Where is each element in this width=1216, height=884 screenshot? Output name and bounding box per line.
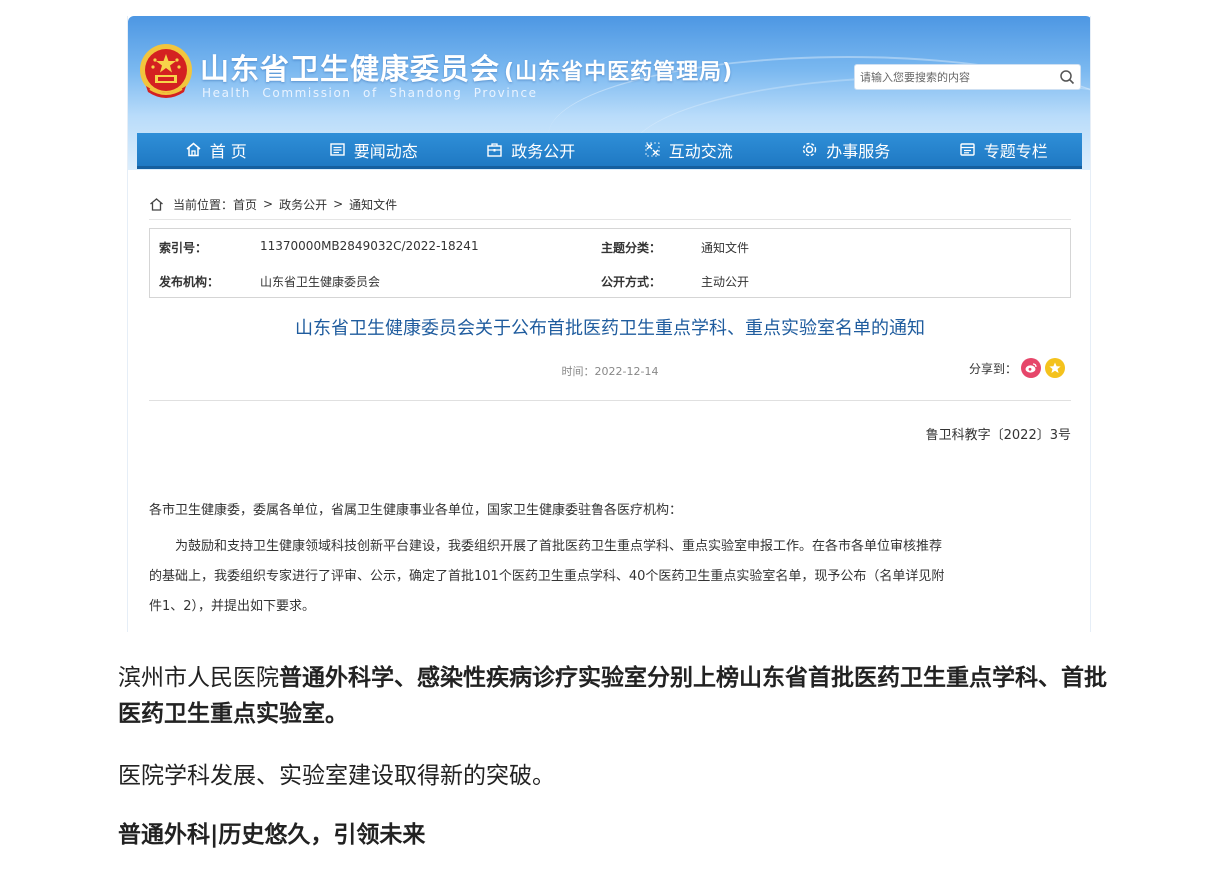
site-banner: 山东省卫生健康委员会 (山东省中医药管理局) Health Commission … bbox=[128, 16, 1090, 170]
nav-item-label: 办事服务 bbox=[826, 141, 891, 161]
nav-item-label: 专题专栏 bbox=[983, 141, 1048, 161]
disclosure-value: 主动公开 bbox=[701, 275, 750, 289]
nav-item-gov[interactable]: 政务公开 bbox=[452, 133, 610, 166]
index-label: 索引号： bbox=[159, 241, 208, 255]
breadcrumb-link-notice[interactable]: 通知文件 bbox=[349, 196, 397, 213]
document-number: 鲁卫科教字〔2022〕3号 bbox=[925, 428, 1071, 443]
nav-item-home[interactable]: 首 页 bbox=[137, 133, 295, 166]
topic-value: 通知文件 bbox=[701, 241, 750, 255]
share-label: 分享到： bbox=[968, 361, 1017, 376]
publisher-label: 发布机构： bbox=[159, 275, 220, 289]
nav-item-interact[interactable]: 互动交流 bbox=[610, 133, 768, 166]
national-emblem-icon bbox=[140, 44, 192, 98]
article-subheading: 普通外科|历史悠久，引领未来 bbox=[118, 822, 426, 848]
article-hospital-name: 滨州市人民医院 bbox=[118, 665, 279, 691]
article-content: 滨州市人民医院普通外科学、感染性疾病诊疗实验室分别上榜山东省首批医药卫生重点学科… bbox=[118, 660, 1108, 853]
share-bar: 分享到： bbox=[969, 358, 1065, 378]
breadcrumb-link-gov[interactable]: 政务公开 bbox=[279, 196, 327, 213]
document-meta-table: 索引号： 11370000MB2849032C/2022-18241 主题分类：… bbox=[149, 228, 1071, 298]
breadcrumb-label: 当前位置： bbox=[173, 197, 234, 212]
index-value: 11370000MB2849032C/2022-18241 bbox=[260, 239, 479, 253]
service-icon bbox=[803, 142, 817, 157]
document-body: 各市卫生健康委，委属各单位，省属卫生健康事业各单位，国家卫生健康委驻鲁各医疗机构… bbox=[149, 496, 1071, 622]
divider bbox=[149, 219, 1071, 220]
article-paragraph: 滨州市人民医院普通外科学、感染性疾病诊疗实验室分别上榜山东省首批医药卫生重点学科… bbox=[118, 660, 1108, 732]
nav-item-label: 政务公开 bbox=[511, 141, 576, 161]
document-title: 山东省卫生健康委员会关于公布首批医药卫生重点学科、重点实验室名单的通知 bbox=[295, 318, 925, 339]
topic-label: 主题分类： bbox=[601, 241, 662, 255]
publish-time: 时间：2022-12-14 bbox=[561, 365, 659, 378]
body-paragraph-line: 件1、2），并提出如下要求。 bbox=[149, 599, 316, 614]
divider bbox=[149, 400, 1071, 401]
home-icon bbox=[150, 197, 163, 211]
news-icon bbox=[330, 143, 345, 156]
body-paragraph-line: 为鼓励和支持卫生健康领域科技创新平台建设，我委组织开展了首批医药卫生重点学科、重… bbox=[175, 539, 943, 554]
breadcrumb-link-home[interactable]: 首页 bbox=[233, 196, 257, 213]
home-icon bbox=[186, 142, 201, 157]
gov-icon bbox=[487, 143, 502, 157]
breadcrumb-separator: > bbox=[333, 197, 344, 211]
salutation: 各市卫生健康委，委属各单位，省属卫生健康事业各单位，国家卫生健康委驻鲁各医疗机构… bbox=[149, 503, 683, 518]
nav-item-label: 互动交流 bbox=[668, 141, 733, 161]
star-icon bbox=[1049, 362, 1061, 373]
publisher-value: 山东省卫生健康委员会 bbox=[260, 275, 381, 289]
search-icon[interactable] bbox=[1059, 69, 1075, 85]
favorite-share-button[interactable] bbox=[1045, 358, 1065, 378]
nav-item-label: 要闻动态 bbox=[353, 141, 418, 161]
interact-icon bbox=[645, 142, 660, 157]
search-box bbox=[854, 64, 1081, 90]
article-paragraph: 医院学科发展、实验室建设取得新的突破。 bbox=[118, 763, 555, 789]
breadcrumb: 当前位置： 首页 > 政务公开 > 通知文件 bbox=[149, 194, 397, 214]
main-nav: 首 页 要闻动态 政务公开 互动交流 办事服务 专题专栏 bbox=[137, 133, 1082, 169]
screenshot-frame: 山东省卫生健康委员会 (山东省中医药管理局) Health Commission … bbox=[127, 16, 1091, 632]
search-input[interactable] bbox=[855, 65, 1055, 89]
nav-item-news[interactable]: 要闻动态 bbox=[295, 133, 453, 166]
topic-icon bbox=[960, 143, 975, 156]
nav-item-label: 首 页 bbox=[209, 141, 247, 161]
site-subtitle: (山东省中医药管理局) bbox=[504, 60, 734, 85]
site-title-text: 山东省卫生健康委员会 bbox=[200, 52, 501, 86]
body-paragraph-line: 的基础上，我委组织专家进行了评审、公示，确定了首批101个医药卫生重点学科、40… bbox=[149, 569, 945, 584]
weibo-share-button[interactable] bbox=[1021, 358, 1041, 378]
site-title: 山东省卫生健康委员会 (山东省中医药管理局) bbox=[200, 46, 733, 88]
weibo-icon bbox=[1025, 363, 1037, 373]
nav-item-service[interactable]: 办事服务 bbox=[767, 133, 925, 166]
site-english-name: Health Commission of Shandong Province bbox=[202, 86, 538, 100]
breadcrumb-separator: > bbox=[263, 197, 274, 211]
disclosure-label: 公开方式： bbox=[601, 275, 662, 289]
nav-item-topic[interactable]: 专题专栏 bbox=[925, 133, 1083, 166]
